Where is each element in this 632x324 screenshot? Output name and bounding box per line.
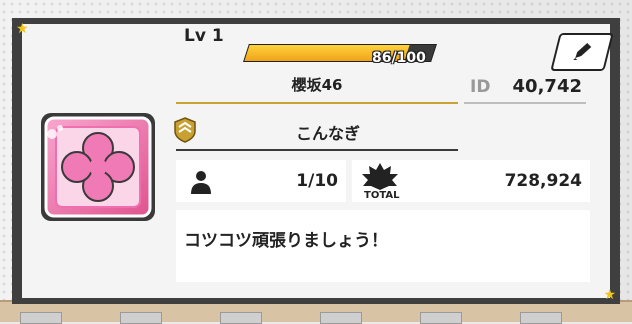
level-label: Lv 1: [184, 26, 224, 46]
member-count-box: 1/10: [176, 160, 346, 202]
total-value: 728,924: [504, 171, 582, 191]
id-value: 40,742: [512, 76, 582, 97]
divider: [176, 149, 458, 151]
divider: [176, 102, 458, 104]
comment-text: コツコツ頑張りましょう！: [184, 231, 388, 251]
total-label: TOTAL: [364, 190, 400, 200]
group-name: 櫻坂46: [291, 76, 343, 94]
edit-profile-button[interactable]: [550, 33, 614, 71]
clover-emblem-icon: [38, 110, 160, 230]
member-count: 1/10: [296, 171, 338, 191]
divider: [464, 102, 586, 104]
comment-box: コツコツ頑張りましょう！: [176, 210, 590, 282]
corner-star-icon: ★: [16, 21, 29, 37]
person-icon: [191, 171, 211, 194]
corner-star-icon: ★: [603, 287, 616, 303]
rank-badge-icon: [174, 117, 196, 147]
pencil-icon: [573, 43, 592, 60]
starburst-icon: TOTAL: [360, 162, 400, 204]
nickname: こんなぎ: [295, 124, 360, 143]
total-box: TOTAL 728,924: [352, 160, 590, 202]
exp-text: 86/100: [372, 50, 426, 66]
